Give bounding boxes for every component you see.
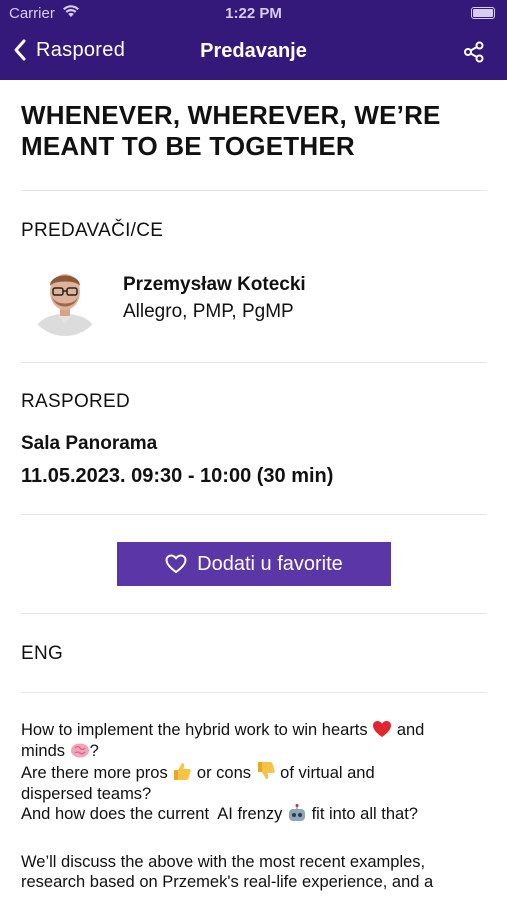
speaker-row[interactable]: Przemysław Kotecki Allegro, PMP, PgMP: [21, 260, 487, 336]
robot-icon: [288, 804, 305, 821]
thumbs-up-icon: [174, 763, 191, 780]
schedule-heading: RASPORED: [21, 391, 131, 412]
red-heart-icon: [373, 721, 392, 737]
session-datetime: 11.05.2023. 09:30 - 10:00 (30 min): [21, 465, 334, 487]
description-line: research based on Przemek's real-life ex…: [21, 873, 434, 891]
description-line: Are there more pros or cons of virtual a…: [21, 761, 487, 784]
talk-description: How to implement the hybrid work to win …: [21, 720, 487, 893]
nav-row: Raspored Predavanje: [0, 30, 507, 76]
thumbs-down-icon: [257, 762, 275, 779]
avatar: [27, 260, 103, 336]
add-to-favorites-button[interactable]: Dodati u favorite: [117, 542, 391, 586]
description-line: How to implement the hybrid work to win …: [21, 721, 425, 739]
language-label: ENG: [21, 643, 64, 664]
talk-title: WHENEVER, WHEREVER, WE’RE MEANT TO BE TO…: [21, 100, 441, 161]
add-to-favorites-label: Dodati u favorite: [197, 552, 343, 575]
speaker-info: Przemysław Kotecki Allegro, PMP, PgMP: [123, 274, 306, 323]
back-button[interactable]: Raspored: [12, 38, 125, 62]
brain-icon: [70, 743, 89, 757]
room-name: Sala Panorama: [21, 433, 158, 454]
chevron-left-icon: [14, 39, 26, 61]
navigation-bar: Carrier 1:22 PM Raspored Predavanje: [0, 0, 507, 80]
battery-icon: [471, 7, 495, 19]
description-line: dispersed teams?: [21, 784, 152, 803]
speaker-company: Allegro, PMP, PgMP: [123, 300, 294, 322]
status-bar: Carrier 1:22 PM: [0, 0, 507, 28]
speakers-heading: PREDAVAČI/CE: [21, 220, 164, 241]
share-icon[interactable]: [463, 41, 485, 63]
clock: 1:22 PM: [225, 5, 282, 22]
heart-outline-icon: [165, 554, 187, 573]
description-line: minds ?: [21, 741, 99, 760]
talk-detail: WHENEVER, WHEREVER, WE’RE MEANT TO BE TO…: [21, 80, 487, 893]
speaker-name: Przemysław Kotecki: [123, 273, 306, 295]
description-line: And how does the current AI frenzy fit i…: [21, 804, 418, 823]
back-button-label: Raspored: [36, 38, 126, 61]
description-line: We’ll discuss the above with the most re…: [21, 852, 426, 871]
